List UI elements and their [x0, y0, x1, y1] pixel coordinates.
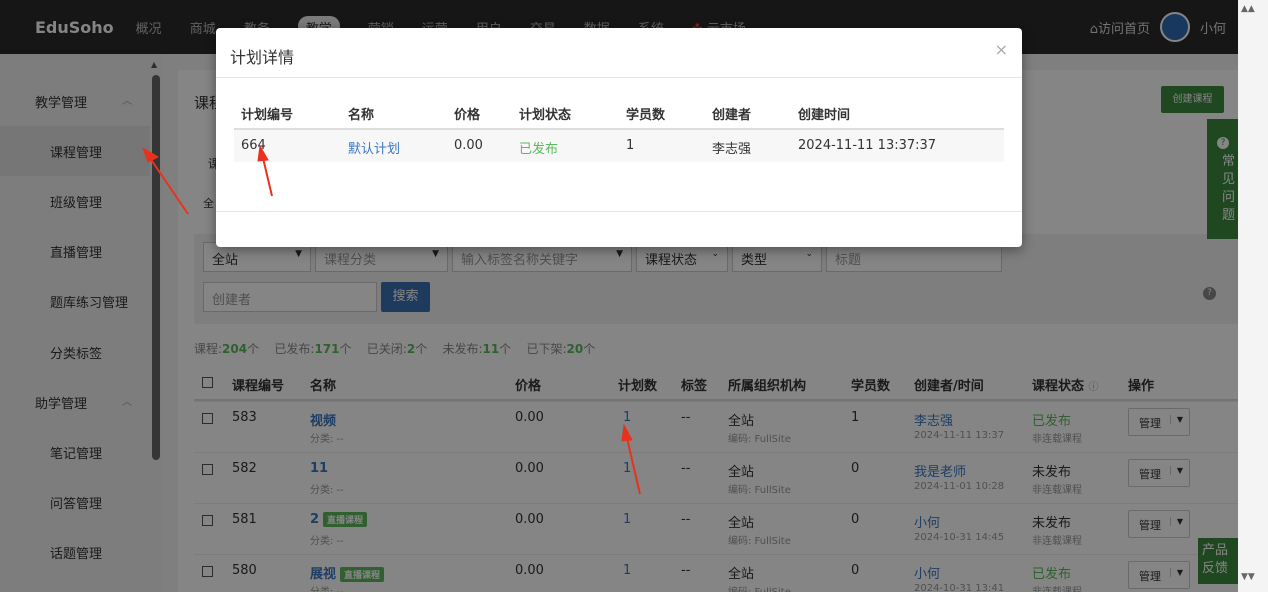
m-plan-id: 664: [241, 138, 266, 153]
page-scrollbar[interactable]: ▲▲ ▼▼: [1238, 0, 1268, 592]
modal-footer-divider: [216, 211, 1022, 212]
m-th-students: 学员数: [626, 108, 666, 123]
modal-divider: [216, 77, 1022, 78]
m-plan-price: 0.00: [454, 138, 483, 153]
m-th-price: 价格: [454, 108, 481, 123]
m-plan-name-link[interactable]: 默认计划: [348, 138, 400, 157]
close-icon[interactable]: ×: [995, 40, 1008, 59]
m-plan-creator: 李志强: [712, 142, 752, 157]
m-th-status: 计划状态: [519, 108, 572, 123]
scroll-down-icon[interactable]: ▼▼: [1241, 572, 1255, 582]
m-plan-students: 1: [626, 138, 635, 153]
m-th-created: 创建时间: [798, 108, 851, 123]
m-plan-created: 2024-11-11 13:37:37: [798, 138, 937, 153]
scroll-up-icon[interactable]: ▲▲: [1241, 4, 1255, 14]
m-th-creator: 创建者: [712, 108, 752, 123]
plan-details-modal: 计划详情 × 计划编号 名称 价格 计划状态 学员数 创建者 创建时间 664 …: [216, 28, 1022, 247]
m-th-name: 名称: [348, 108, 375, 123]
m-th-plan-id: 计划编号: [241, 108, 294, 123]
m-plan-status: 已发布: [519, 142, 559, 157]
modal-title: 计划详情: [230, 48, 295, 67]
